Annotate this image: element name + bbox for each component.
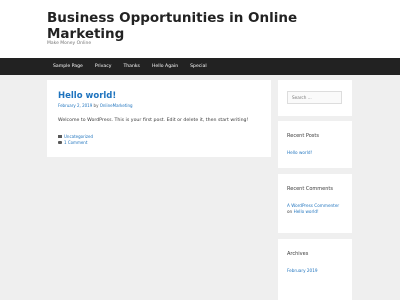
comment-author-link[interactable]: A WordPress Commenter [287,203,339,208]
post-content: Welcome to WordPress. This is your first… [58,118,249,123]
archive-link[interactable]: February 2019 [287,268,318,274]
nav-item-hello-again[interactable]: Hello Again [146,58,184,75]
post-card: Hello world! February 2, 2019 by OnlineM… [47,80,271,157]
nav-menu: Sample Page Privacy Thanks Hello Again S… [47,58,213,75]
recent-post-link[interactable]: Hello world! [287,150,312,156]
search-input[interactable] [287,91,342,104]
site-title[interactable]: Business Opportunities in Online Marketi… [47,10,347,42]
recent-comment-entry: A WordPress Commenter on Hello world! [287,203,345,215]
archives-widget: Archives February 2019 [278,239,352,300]
post-comments-line: 1 Comment [58,140,87,145]
archives-title: Archives [287,251,309,257]
nav-item-special[interactable]: Special [184,58,213,75]
recent-posts-title: Recent Posts [287,133,319,139]
comment-on-label: on [287,209,293,214]
post-comments-link[interactable]: 1 Comment [64,140,87,145]
recent-comments-widget: Recent Comments A WordPress Commenter on… [278,174,352,233]
site-tagline: Make Money Online [47,41,92,46]
post-title[interactable]: Hello world! [58,91,116,101]
post-category-line: Uncategorized [58,134,93,139]
folder-icon [58,135,62,138]
nav-item-privacy[interactable]: Privacy [89,58,118,75]
recent-posts-widget: Recent Posts Hello world! [278,121,352,168]
search-widget [278,80,352,116]
site-header: Business Opportunities in Online Marketi… [0,0,400,58]
comment-icon [58,141,62,144]
post-date[interactable]: February 2, 2019 [58,103,92,108]
post-author[interactable]: OnlineMarketing [100,103,133,108]
main-navigation: Sample Page Privacy Thanks Hello Again S… [0,58,400,75]
nav-item-thanks[interactable]: Thanks [117,58,146,75]
recent-comments-title: Recent Comments [287,186,333,192]
nav-item-sample-page[interactable]: Sample Page [47,58,89,75]
comment-post-link[interactable]: Hello world! [294,209,319,214]
post-by-label: by [93,103,99,108]
post-category[interactable]: Uncategorized [64,134,93,139]
post-meta: February 2, 2019 by OnlineMarketing [58,103,133,108]
